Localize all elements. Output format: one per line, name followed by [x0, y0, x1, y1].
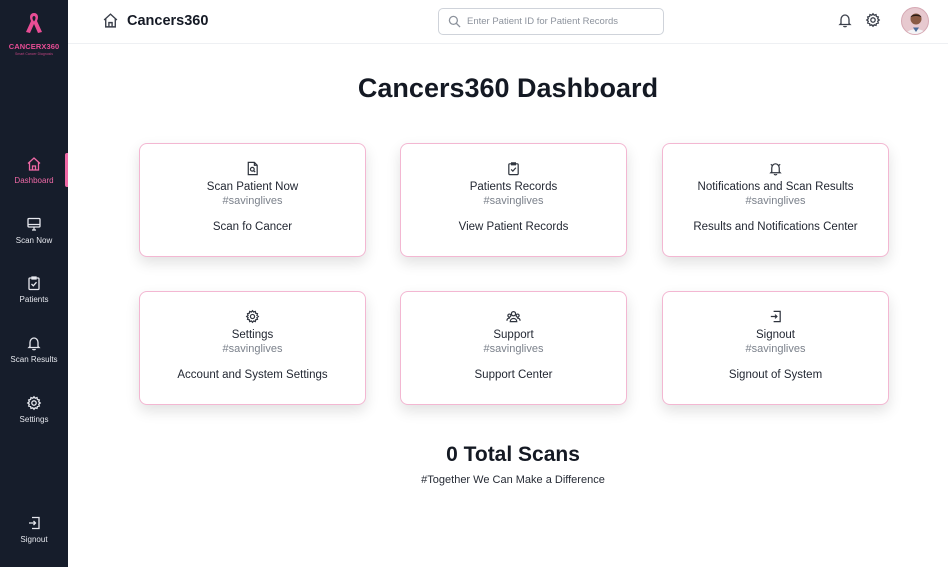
- sidebar-item-label: Signout: [20, 535, 48, 544]
- card-tag: #savinglives: [483, 195, 544, 207]
- pink-ribbon-icon: [26, 13, 42, 33]
- home-icon: [27, 157, 41, 171]
- home-icon[interactable]: [102, 12, 119, 29]
- card-description: Support Center: [474, 369, 553, 381]
- settings-card[interactable]: Settings #savinglives Account and System…: [139, 291, 366, 405]
- scan-patient-card[interactable]: Scan Patient Now #savinglives Scan fo Ca…: [139, 143, 366, 257]
- card-title: Scan Patient Now: [206, 181, 299, 193]
- card-tag: #savinglives: [745, 343, 806, 355]
- gear-icon: [245, 309, 260, 324]
- signout-card[interactable]: Signout #savinglives Signout of System: [662, 291, 889, 405]
- notifications-bell-icon[interactable]: [837, 12, 853, 28]
- sidebar-item-settings[interactable]: Settings: [0, 395, 68, 439]
- bell-icon: [769, 163, 782, 176]
- sidebar-item-label: Dashboard: [14, 176, 54, 185]
- search-box[interactable]: [438, 8, 664, 35]
- total-scans: 0 Total Scans: [446, 443, 580, 466]
- sidebar-item-scan-now[interactable]: Scan Now: [0, 216, 68, 260]
- sidebar-item-label: Scan Now: [15, 236, 53, 245]
- monitor-icon: [27, 217, 41, 231]
- card-tag: #savinglives: [745, 195, 806, 207]
- card-title: Notifications and Scan Results: [697, 181, 854, 193]
- sidebar-item-scan-results[interactable]: Scan Results: [0, 335, 68, 379]
- file-search-icon: [247, 161, 258, 176]
- card-description: View Patient Records: [458, 221, 569, 233]
- card-description: Results and Notifications Center: [693, 221, 858, 233]
- app-name: Cancers360: [127, 13, 209, 29]
- sidebar-item-label: Settings: [19, 415, 49, 424]
- sidebar-item-patients[interactable]: Patients: [0, 275, 68, 319]
- user-avatar-icon: [905, 13, 927, 34]
- notifications-card[interactable]: Notifications and Scan Results #savingli…: [662, 143, 889, 257]
- logo: CANCERX360 Smart Cancer Diagnosis: [0, 10, 68, 56]
- card-tag: #savinglives: [483, 343, 544, 355]
- bell-icon: [27, 337, 41, 351]
- gear-icon: [26, 395, 42, 411]
- support-card[interactable]: Support #savinglives Support Center: [400, 291, 627, 405]
- clipboard-check-icon: [28, 276, 40, 291]
- card-title: Support: [493, 329, 534, 341]
- card-title: Signout: [755, 329, 795, 341]
- sidebar: CANCERX360 Smart Cancer Diagnosis Dashbo…: [0, 0, 68, 567]
- logo-subtitle: Smart Cancer Diagnosis: [15, 52, 53, 56]
- card-title: Patients Records: [469, 181, 558, 193]
- sidebar-item-label: Patients: [19, 295, 49, 304]
- card-tag: #savinglives: [222, 195, 283, 207]
- card-description: Account and System Settings: [177, 369, 328, 381]
- tagline: #Together We Can Make a Difference: [421, 474, 605, 486]
- patients-records-card[interactable]: Patients Records #savinglives View Patie…: [400, 143, 627, 257]
- users-icon: [506, 311, 521, 323]
- sidebar-item-label: Scan Results: [10, 355, 58, 364]
- search-icon: [448, 15, 461, 28]
- card-tag: #savinglives: [222, 343, 283, 355]
- card-title: Settings: [231, 329, 274, 341]
- avatar[interactable]: [901, 7, 929, 35]
- sidebar-item-signout[interactable]: Signout: [0, 515, 68, 559]
- card-description: Signout of System: [728, 369, 823, 381]
- gear-icon[interactable]: [865, 12, 881, 28]
- signout-icon: [29, 516, 40, 530]
- search-input[interactable]: [467, 13, 657, 30]
- top-bar: Cancers360: [68, 0, 948, 44]
- sidebar-item-dashboard[interactable]: Dashboard: [0, 153, 68, 200]
- card-description: Scan fo Cancer: [212, 221, 293, 233]
- signout-icon: [770, 310, 781, 323]
- clipboard-check-icon: [508, 162, 519, 176]
- logo-text: CANCERX360: [8, 42, 60, 51]
- page-title: Cancers360 Dashboard: [357, 73, 659, 103]
